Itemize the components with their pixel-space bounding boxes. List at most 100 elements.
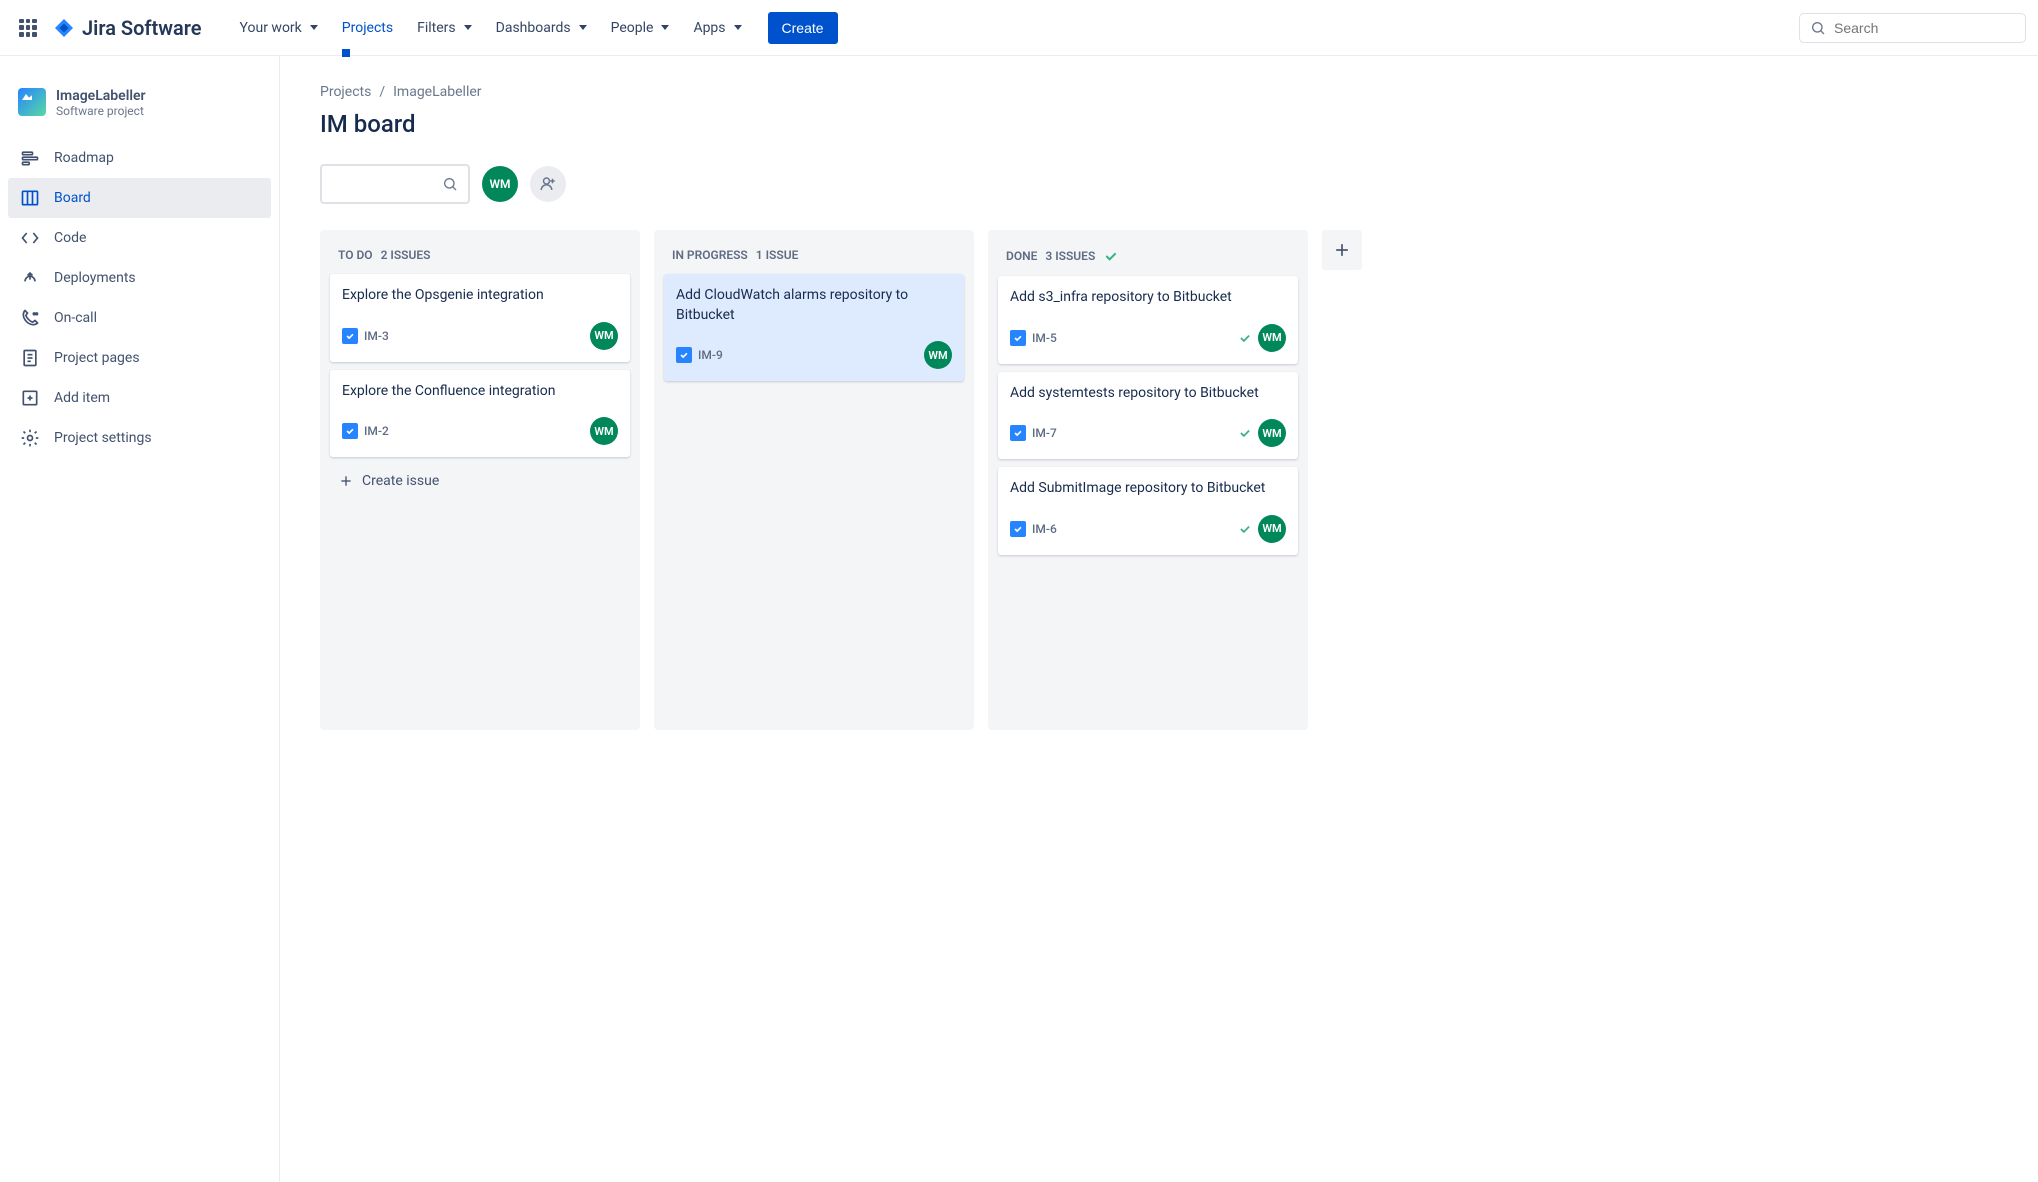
- sidebar-item-label: On-call: [54, 310, 97, 326]
- issue-key: IM-7: [1032, 426, 1057, 440]
- nav-filters[interactable]: Filters: [407, 14, 482, 42]
- board-column: In Progress 1 issue Add CloudWatch alarms…: [654, 230, 974, 730]
- issue-card[interactable]: Add CloudWatch alarms repository to Bitb…: [664, 274, 964, 381]
- add-item-icon: [20, 388, 40, 408]
- assignee-avatar[interactable]: WM: [924, 341, 952, 369]
- issue-key: IM-9: [698, 348, 723, 362]
- main-content: Projects / ImageLabeller IM board WM To …: [280, 56, 2038, 1182]
- sidebar-item-label: Add item: [54, 390, 110, 406]
- add-assignee-button[interactable]: [530, 166, 566, 202]
- column-count: 3 issues: [1045, 249, 1095, 263]
- roadmap-icon: [20, 148, 40, 168]
- issue-key: IM-5: [1032, 331, 1057, 345]
- sidebar-item-label: Project settings: [54, 430, 152, 446]
- assignee-avatar[interactable]: WM: [590, 417, 618, 445]
- assignee-avatar[interactable]: WM: [1258, 419, 1286, 447]
- issue-title: Add CloudWatch alarms repository to Bitb…: [676, 286, 952, 325]
- task-type-icon: [342, 423, 358, 439]
- oncall-icon: [20, 308, 40, 328]
- project-sidebar: ImageLabeller Software project Roadmap B…: [0, 56, 280, 1182]
- sidebar-item-project-pages[interactable]: Project pages: [8, 338, 271, 378]
- deployments-icon: [20, 268, 40, 288]
- settings-icon: [20, 428, 40, 448]
- board-column: Done 3 issuesAdd s3_infra repository to …: [988, 230, 1308, 730]
- board-column: To Do 2 issuesExplore the Opsgenie integ…: [320, 230, 640, 730]
- add-column-button[interactable]: [1322, 230, 1362, 270]
- sidebar-item-project-settings[interactable]: Project settings: [8, 418, 271, 458]
- issue-key: IM-2: [364, 424, 389, 438]
- project-header[interactable]: ImageLabeller Software project: [8, 80, 271, 138]
- sidebar-item-add-item[interactable]: Add item: [8, 378, 271, 418]
- plus-icon: [338, 473, 354, 489]
- nav-dashboards[interactable]: Dashboards: [486, 14, 597, 42]
- page-title: IM board: [320, 110, 1998, 138]
- jira-logo-icon: [52, 16, 76, 40]
- kanban-board: To Do 2 issuesExplore the Opsgenie integ…: [320, 230, 1998, 730]
- create-button[interactable]: Create: [768, 12, 838, 44]
- code-icon: [20, 228, 40, 248]
- task-type-icon: [1010, 521, 1026, 537]
- issue-card[interactable]: Add SubmitImage repository to Bitbucket I…: [998, 467, 1298, 555]
- column-name: Done: [1006, 249, 1037, 263]
- sidebar-item-label: Project pages: [54, 350, 140, 366]
- sidebar-item-board[interactable]: Board: [8, 178, 271, 218]
- pages-icon: [20, 348, 40, 368]
- column-count: 2 issues: [381, 248, 431, 262]
- topbar: Jira Software Your work Projects Filters…: [0, 0, 2038, 56]
- done-indicator-icon: [1238, 426, 1252, 440]
- app-switcher-button[interactable]: [12, 12, 44, 44]
- done-indicator-icon: [1238, 522, 1252, 536]
- done-indicator-icon: [1238, 331, 1252, 345]
- board-icon: [20, 188, 40, 208]
- issue-card[interactable]: Add systemtests repository to Bitbucket I…: [998, 372, 1298, 460]
- column-header[interactable]: Done 3 issues: [998, 242, 1298, 276]
- assignee-filter-avatar[interactable]: WM: [482, 166, 518, 202]
- app-switcher-icon: [19, 19, 37, 37]
- column-count: 1 issue: [756, 248, 799, 262]
- sidebar-item-oncall[interactable]: On-call: [8, 298, 271, 338]
- nav-people[interactable]: People: [601, 14, 680, 42]
- nav-your-work[interactable]: Your work: [230, 14, 328, 42]
- assignee-avatar[interactable]: WM: [590, 322, 618, 350]
- project-avatar-icon: [18, 88, 46, 116]
- breadcrumb: Projects / ImageLabeller: [320, 84, 1998, 100]
- issue-title: Add s3_infra repository to Bitbucket: [1010, 288, 1286, 308]
- issue-card[interactable]: Add s3_infra repository to Bitbucket IM-5…: [998, 276, 1298, 364]
- board-search[interactable]: [320, 164, 470, 204]
- global-search[interactable]: [1799, 13, 2026, 43]
- assignee-avatar[interactable]: WM: [1258, 324, 1286, 352]
- search-icon: [442, 176, 458, 192]
- column-name: In Progress: [672, 248, 748, 262]
- column-header[interactable]: In Progress 1 issue: [664, 242, 964, 274]
- add-person-icon: [539, 175, 557, 193]
- assignee-avatar[interactable]: WM: [1258, 515, 1286, 543]
- task-type-icon: [1010, 425, 1026, 441]
- plus-icon: [1332, 240, 1352, 260]
- search-icon: [1810, 20, 1826, 36]
- issue-card[interactable]: Explore the Confluence integration IM-2 WM: [330, 370, 630, 458]
- create-issue-label: Create issue: [362, 473, 439, 489]
- product-name: Jira Software: [82, 16, 202, 40]
- create-issue-button[interactable]: Create issue: [330, 465, 630, 497]
- breadcrumb-project-name[interactable]: ImageLabeller: [393, 84, 481, 100]
- sidebar-item-code[interactable]: Code: [8, 218, 271, 258]
- issue-title: Explore the Confluence integration: [342, 382, 618, 402]
- task-type-icon: [1010, 330, 1026, 346]
- nav-apps[interactable]: Apps: [683, 14, 751, 42]
- issue-title: Add SubmitImage repository to Bitbucket: [1010, 479, 1286, 499]
- issue-title: Explore the Opsgenie integration: [342, 286, 618, 306]
- issue-key: IM-6: [1032, 522, 1057, 536]
- issue-title: Add systemtests repository to Bitbucket: [1010, 384, 1286, 404]
- global-search-input[interactable]: [1834, 20, 2015, 36]
- sidebar-item-deployments[interactable]: Deployments: [8, 258, 271, 298]
- column-header[interactable]: To Do 2 issues: [330, 242, 630, 274]
- breadcrumb-projects[interactable]: Projects: [320, 84, 371, 100]
- jira-logo[interactable]: Jira Software: [52, 16, 202, 40]
- sidebar-item-label: Deployments: [54, 270, 136, 286]
- sidebar-item-roadmap[interactable]: Roadmap: [8, 138, 271, 178]
- nav-projects[interactable]: Projects: [332, 14, 403, 42]
- issue-card[interactable]: Explore the Opsgenie integration IM-3 WM: [330, 274, 630, 362]
- sidebar-item-label: Code: [54, 230, 86, 246]
- primary-nav: Your work Projects Filters Dashboards Pe…: [230, 12, 838, 44]
- issue-key: IM-3: [364, 329, 389, 343]
